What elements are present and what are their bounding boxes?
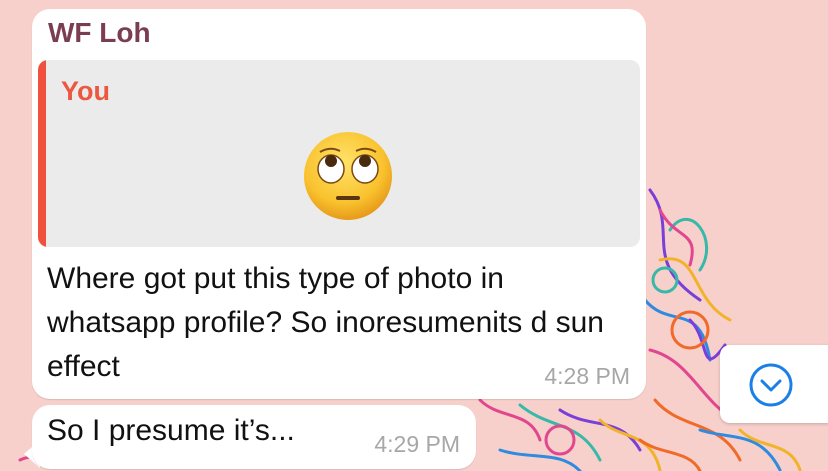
quote-author: You: [61, 76, 110, 106]
second-message-timestamp: 4:29 PM: [374, 431, 460, 457]
message-bubble-second[interactable]: So I presume it’s... 4:29 PM: [32, 405, 476, 469]
quoted-message[interactable]: You: [38, 60, 640, 247]
scroll-to-bottom-button[interactable]: [720, 345, 828, 423]
message-timestamp: 4:28 PM: [544, 363, 630, 389]
quote-accent-bar: [38, 60, 46, 247]
second-message-text: So I presume it’s...: [47, 414, 295, 447]
message-bubble[interactable]: WF Loh You Where got put this type of ph…: [32, 9, 646, 399]
chevron-down-circle-icon: [749, 363, 793, 407]
sender-name: WF Loh: [48, 17, 151, 48]
rolling-eyes-emoji-icon: [302, 130, 394, 222]
